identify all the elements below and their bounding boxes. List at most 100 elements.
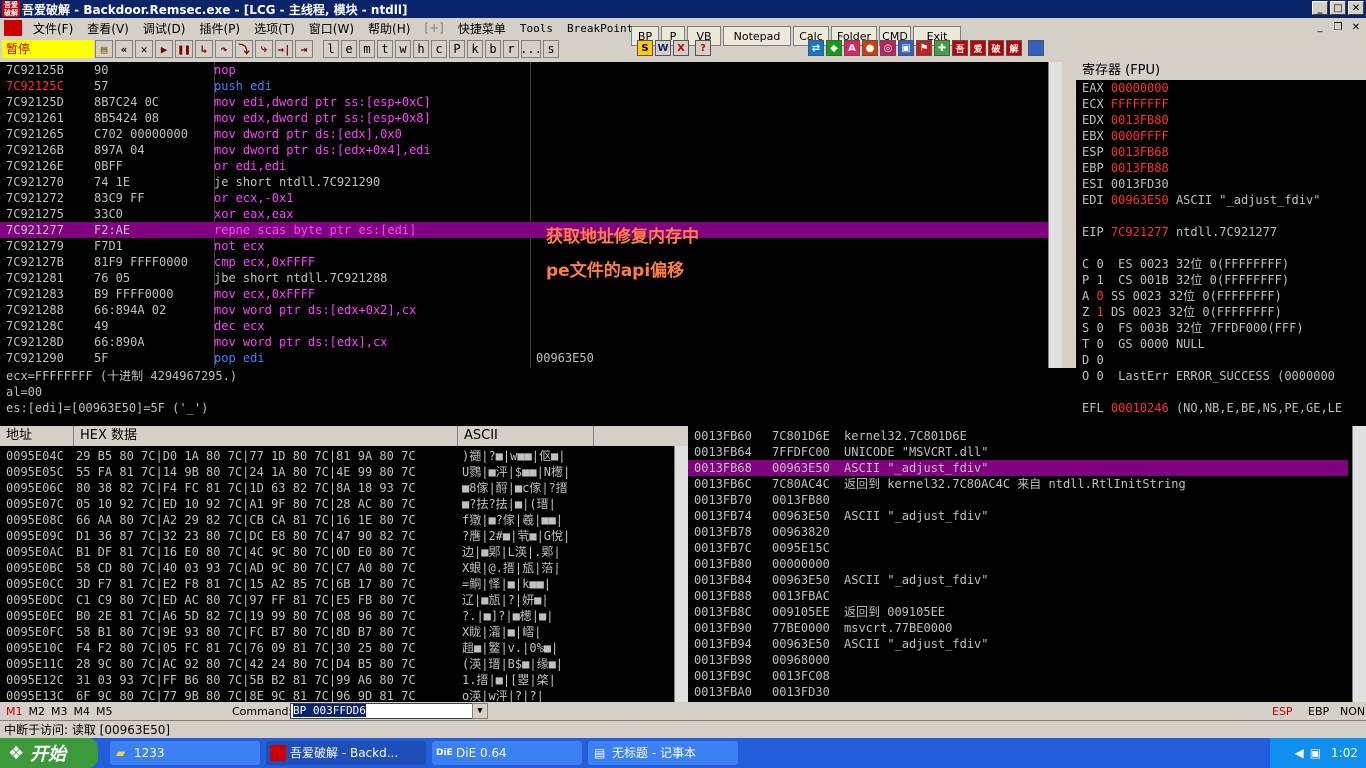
- menu-tools[interactable]: Tools: [513, 22, 560, 35]
- plugin-po-icon[interactable]: 破: [988, 40, 1004, 56]
- register-line[interactable]: ESP 0013FB68: [1076, 144, 1366, 160]
- register-line[interactable]: EBP 0013FB88: [1076, 160, 1366, 176]
- menu-view[interactable]: 查看(V): [80, 20, 136, 37]
- stack-row[interactable]: 0013FB60 7C801D6E kernel32.7C801D6E: [688, 428, 1348, 444]
- register-value[interactable]: 00010246: [1111, 401, 1169, 415]
- disasm-row[interactable]: 7C921279 F7D1 not ecx: [0, 238, 1062, 254]
- register-line[interactable]: S 0 FS 003B 32位 7FFDF000(FFF): [1076, 320, 1366, 336]
- menu-debug[interactable]: 调试(D): [136, 20, 193, 37]
- register-line[interactable]: ECX FFFFFFFF: [1076, 96, 1366, 112]
- register-value[interactable]: 0013FB88: [1111, 161, 1169, 175]
- register-line[interactable]: EDX 0013FB80: [1076, 112, 1366, 128]
- menu-plugins[interactable]: 插件(P): [192, 20, 247, 37]
- task-debugger[interactable]: 吾爱破解 - Backd...: [266, 741, 426, 765]
- pause-icon[interactable]: ❚❚: [175, 40, 193, 58]
- plugin-square-icon[interactable]: [1028, 40, 1044, 56]
- disasm-row[interactable]: 7C92125B 90 nop: [0, 62, 1062, 78]
- dump-header-address[interactable]: 地址: [0, 426, 74, 446]
- stack-row[interactable]: 0013FBA0 0013FD30: [688, 684, 1348, 700]
- stack-row[interactable]: 0013FB6C 7C80AC4C 返回到 kernel32.7C80AC4C 来自…: [688, 476, 1348, 492]
- dump-header-hex[interactable]: HEX 数据: [74, 426, 458, 446]
- plugin-arrows-icon[interactable]: ⇄: [808, 40, 824, 56]
- menu-plus[interactable]: [+]: [417, 21, 450, 35]
- plugin-s-icon[interactable]: S: [637, 40, 653, 56]
- disasm-row[interactable]: 7C921277 F2:AE repne scas byte ptr es:[edi…: [0, 222, 1062, 238]
- disasm-row[interactable]: 7C921272 83C9 FF or ecx,-0x1: [0, 190, 1062, 206]
- run-icon[interactable]: ▶: [155, 40, 173, 58]
- register-value[interactable]: 0000FFFF: [1111, 129, 1169, 143]
- plugin-puzzle-icon[interactable]: ✚: [934, 40, 950, 56]
- mark-m2[interactable]: M2: [29, 705, 46, 718]
- register-value[interactable]: 0013FB80: [1111, 113, 1169, 127]
- dump-scrollbar[interactable]: [674, 446, 688, 702]
- register-value[interactable]: 00000000: [1111, 81, 1169, 95]
- disasm-row[interactable]: 7C92125C 57 push edi: [0, 78, 1062, 94]
- menu-help[interactable]: 帮助(H): [361, 20, 417, 37]
- menu-window[interactable]: 窗口(W): [302, 20, 361, 37]
- network-icon[interactable]: ▣: [1310, 746, 1321, 760]
- register-line[interactable]: O 0 LastErr ERROR_SUCCESS (0000000: [1076, 368, 1366, 384]
- dump-pane[interactable]: 地址 HEX 数据 ASCII 0095E04C 29 B5 80 7C|D0 1…: [0, 426, 688, 702]
- register-line[interactable]: EDI 00963E50 ASCII "_adjust_fdiv": [1076, 192, 1366, 208]
- register-line[interactable]: ESI 0013FD30: [1076, 176, 1366, 192]
- disasm-row[interactable]: 7C921275 33C0 xor eax,eax: [0, 206, 1062, 222]
- toolbar-run-trace[interactable]: ...: [520, 40, 542, 58]
- disasm-row[interactable]: 7C921290 5F pop edi 00963E50: [0, 350, 1062, 366]
- trace-into-icon[interactable]: ⤵: [235, 40, 253, 58]
- toolbar-memory[interactable]: m: [359, 40, 375, 58]
- register-line[interactable]: [1076, 416, 1366, 426]
- register-value[interactable]: 0013FD30: [1111, 177, 1169, 191]
- register-line[interactable]: Z 1 DS 0023 32位 0(FFFFFFFF): [1076, 304, 1366, 320]
- register-value[interactable]: 0: [1096, 289, 1103, 303]
- register-line[interactable]: EBX 0000FFFF: [1076, 128, 1366, 144]
- menu-shortcut[interactable]: 快捷菜单: [451, 20, 513, 37]
- register-line[interactable]: A 0 SS 0023 32位 0(FFFFFFFF): [1076, 288, 1366, 304]
- register-value[interactable]: 0013FB68: [1111, 145, 1169, 159]
- execute-till-return-icon[interactable]: →|: [275, 40, 293, 58]
- plugin-w-icon[interactable]: W: [655, 40, 671, 56]
- stack-row[interactable]: 0013FB80 00000000: [688, 556, 1348, 572]
- plugin-target-icon[interactable]: ◎: [880, 40, 896, 56]
- task-die[interactable]: DiE DiE 0.64: [432, 741, 582, 765]
- disasm-row[interactable]: 7C921265 C702 00000000 mov dword ptr ds:[e…: [0, 126, 1062, 142]
- plugin-a-icon[interactable]: A: [844, 40, 860, 56]
- disasm-row[interactable]: 7C921283 B9 FFFF0000 mov ecx,0xFFFF: [0, 286, 1062, 302]
- toolbar-windows[interactable]: w: [395, 40, 411, 58]
- chevron-down-icon[interactable]: ▼: [472, 703, 488, 719]
- cmd-esp[interactable]: ESP: [1272, 705, 1293, 718]
- plugin-question-icon[interactable]: ?: [695, 40, 711, 56]
- toolbar-modules[interactable]: e: [341, 40, 357, 58]
- mark-m3[interactable]: M3: [51, 705, 68, 718]
- register-line[interactable]: EFL 00010246 (NO,NB,E,BE,NS,PE,GE,LE: [1076, 400, 1366, 416]
- register-line[interactable]: D 0: [1076, 352, 1366, 368]
- start-button[interactable]: ❖ 开始: [0, 738, 98, 768]
- task-notepad[interactable]: ▤ 无标题 - 记事本: [588, 741, 738, 765]
- mark-m1[interactable]: M1: [6, 705, 23, 718]
- mark-m5[interactable]: M5: [96, 705, 113, 718]
- registers-pane[interactable]: 寄存器 (FPU) EAX 00000000 ECX FFFFFFFF EDX 00…: [1076, 62, 1366, 426]
- cmd-none[interactable]: NONE: [1340, 705, 1366, 718]
- plugin-wu-icon[interactable]: 吾: [952, 40, 968, 56]
- plugin-circle-icon[interactable]: ●: [862, 40, 878, 56]
- register-line[interactable]: T 0 GS 0000 NULL: [1076, 336, 1366, 352]
- toolbar-threads[interactable]: t: [377, 40, 393, 58]
- restart-icon[interactable]: «: [115, 40, 133, 58]
- register-value[interactable]: 00963E50: [1111, 193, 1169, 207]
- toolbar-breakpoints[interactable]: b: [485, 40, 501, 58]
- toolbar-patches[interactable]: P: [449, 40, 465, 58]
- dump-header-ascii[interactable]: ASCII: [458, 426, 594, 446]
- close-debug-icon[interactable]: ✕: [135, 40, 153, 58]
- disasm-row[interactable]: 7C921281 76 05 jbe short ntdll.7C921288: [0, 270, 1062, 286]
- toolbar-cpu[interactable]: c: [431, 40, 447, 58]
- stack-row[interactable]: 0013FB84 00963E50 ASCII "_adjust_fdiv": [688, 572, 1348, 588]
- stack-row[interactable]: 0013FB68 00963E50 ASCII "_adjust_fdiv": [688, 460, 1348, 476]
- disasm-row[interactable]: 7C92128C 49 dec ecx: [0, 318, 1062, 334]
- command-value[interactable]: BP 003FFDD6: [293, 704, 366, 717]
- stack-row[interactable]: 0013FB94 00963E50 ASCII "_adjust_fdiv": [688, 636, 1348, 652]
- plugin-jie-icon[interactable]: 解: [1006, 40, 1022, 56]
- disasm-scrollbar[interactable]: [1048, 62, 1062, 368]
- cmd-ebp[interactable]: EBP: [1308, 705, 1329, 718]
- menu-options[interactable]: 选项(T): [247, 20, 302, 37]
- stack-row[interactable]: 0013FB88 0013FBAC: [688, 588, 1348, 604]
- disassembly-pane[interactable]: 7C92125B 90 nop 7C92125C 57 push edi 7C92125D 8…: [0, 62, 1062, 368]
